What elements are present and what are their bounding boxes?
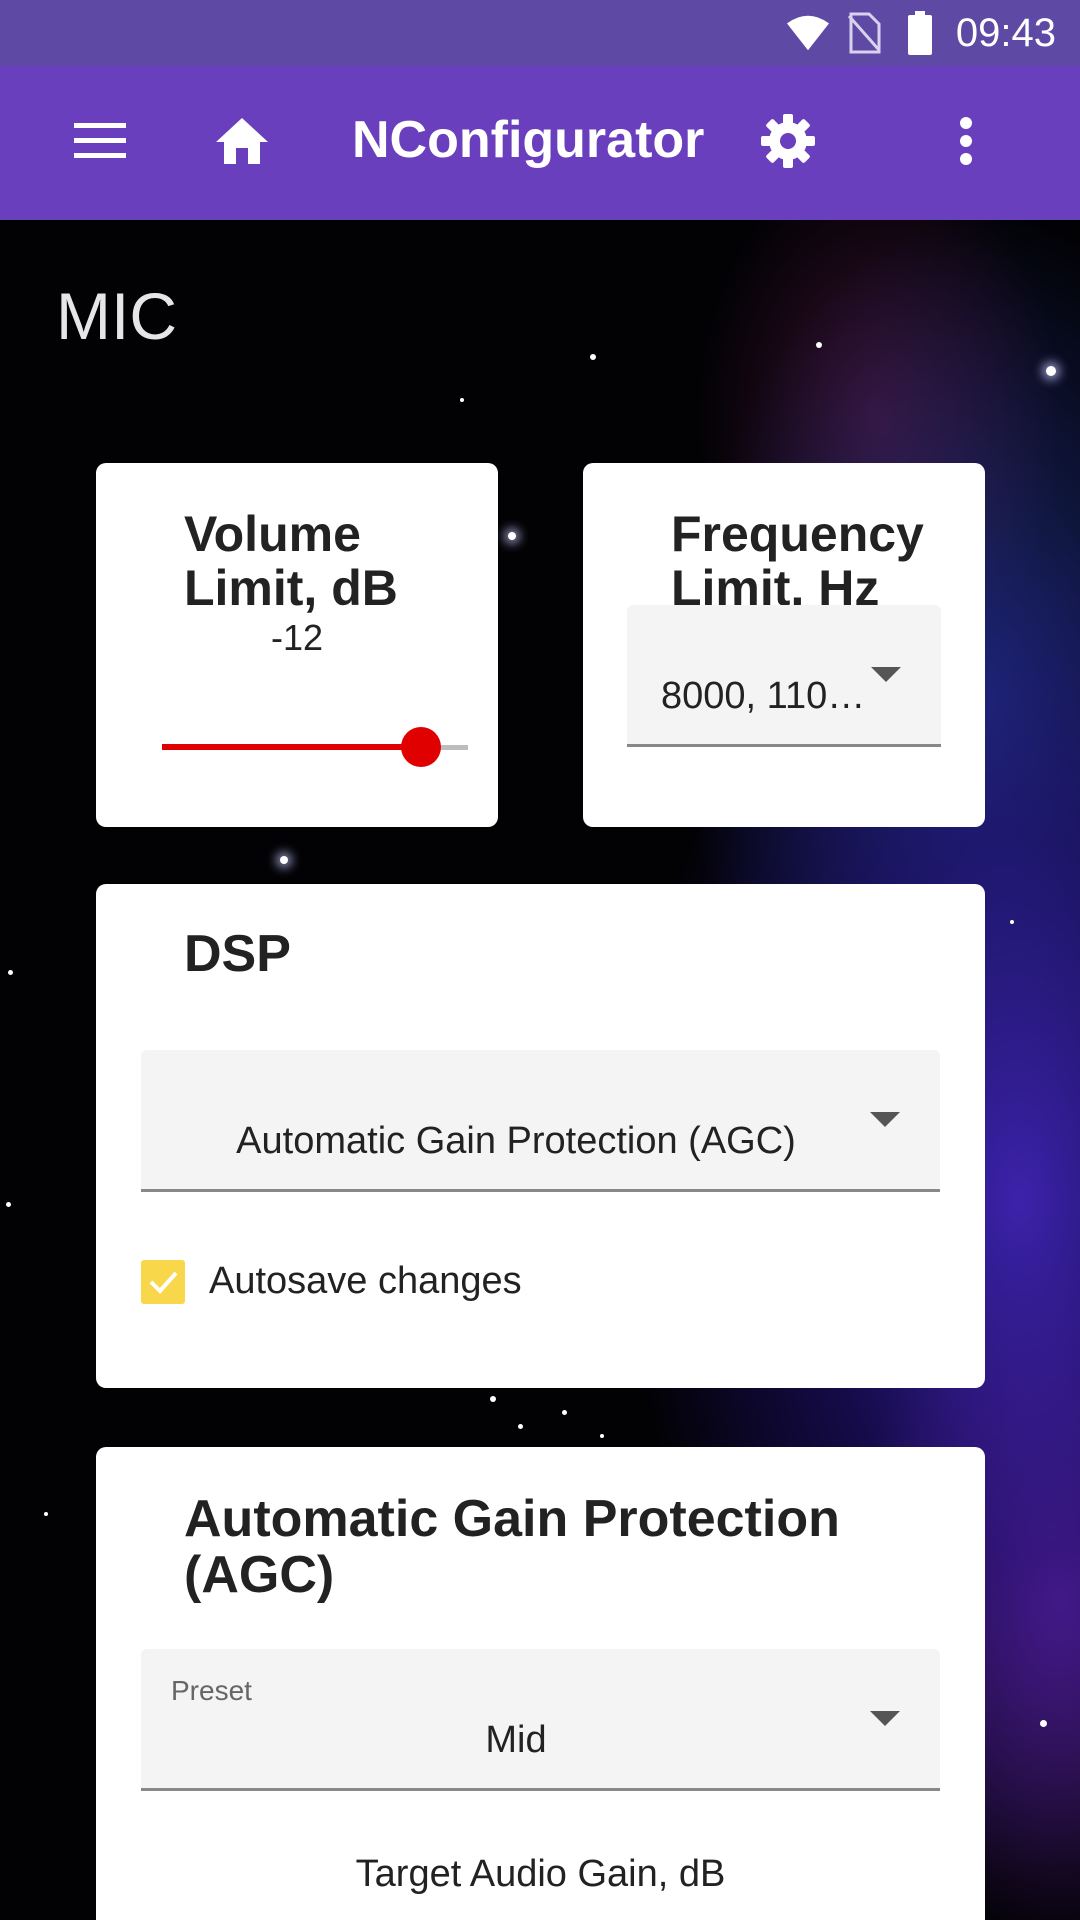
menu-icon — [74, 122, 126, 164]
frequency-card-title: Frequency Limit, Hz — [671, 507, 924, 615]
preset-label: Preset — [171, 1675, 252, 1706]
star-decoration — [816, 342, 822, 348]
star-decoration — [490, 1396, 496, 1402]
star-decoration — [280, 856, 288, 864]
star-decoration — [8, 970, 13, 975]
more-options-button[interactable] — [926, 103, 1006, 183]
status-bar: 09:43 — [0, 0, 1080, 66]
agc-card: Automatic Gain Protection (AGC) Preset M… — [96, 1447, 985, 1920]
chevron-down-icon — [870, 1711, 900, 1726]
settings-gear-icon — [759, 112, 817, 175]
star-decoration — [1040, 1720, 1047, 1727]
slider-fill — [162, 744, 421, 750]
star-decoration — [518, 1424, 523, 1429]
battery-icon — [898, 11, 942, 55]
autosave-label: Autosave changes — [209, 1260, 522, 1302]
frequency-selected-value: 8000, 110… — [661, 675, 866, 717]
autosave-checkbox[interactable] — [141, 1260, 185, 1304]
dsp-card-title: DSP — [184, 925, 291, 983]
star-decoration — [590, 354, 596, 360]
home-icon — [214, 116, 270, 171]
dsp-card: DSP Automatic Gain Protection (AGC) Auto… — [96, 884, 985, 1388]
star-decoration — [460, 398, 464, 402]
frequency-dropdown[interactable]: 8000, 110… — [627, 605, 941, 747]
star-decoration — [6, 1202, 11, 1207]
status-time: 09:43 — [955, 10, 1056, 55]
chevron-down-icon — [870, 1112, 900, 1127]
frequency-limit-card: Frequency Limit, Hz 8000, 110… — [583, 463, 985, 827]
dsp-dropdown[interactable]: Automatic Gain Protection (AGC) — [141, 1050, 940, 1192]
frequency-title-line: Frequency — [671, 506, 924, 562]
target-gain-label: Target Audio Gain, dB — [355, 1853, 726, 1895]
agc-title-line: (AGC) — [184, 1546, 335, 1605]
app-bar: NConfigurator — [0, 66, 1080, 220]
app-title: NConfigurator — [352, 111, 705, 169]
settings-button[interactable] — [748, 103, 828, 183]
volume-card-title: Volume Limit, dB — [184, 507, 398, 615]
more-vert-icon — [959, 116, 973, 170]
menu-button[interactable] — [60, 103, 140, 183]
star-decoration — [600, 1434, 604, 1438]
agc-title-line: Automatic Gain Protection — [184, 1490, 840, 1548]
star-decoration — [1046, 366, 1056, 376]
no-sim-icon — [842, 11, 886, 55]
slider-thumb[interactable] — [401, 727, 441, 767]
dsp-selected-value: Automatic Gain Protection (AGC) — [236, 1120, 796, 1162]
volume-slider[interactable] — [162, 727, 468, 767]
star-decoration — [1010, 920, 1014, 924]
check-icon — [149, 1271, 178, 1294]
preset-dropdown[interactable]: Preset Mid — [141, 1649, 940, 1791]
autosave-checkbox-row[interactable]: Autosave changes — [141, 1256, 641, 1306]
agc-card-title: Automatic Gain Protection (AGC) — [184, 1491, 840, 1603]
section-title: MIC — [56, 279, 177, 353]
volume-value: -12 — [270, 617, 324, 658]
chevron-down-icon — [871, 667, 901, 682]
volume-title-line: Volume — [184, 506, 361, 562]
preset-selected-value: Mid — [485, 1719, 547, 1761]
star-decoration — [44, 1512, 48, 1516]
volume-title-line: Limit, dB — [184, 560, 398, 616]
wifi-icon — [786, 11, 830, 55]
home-button[interactable] — [202, 103, 282, 183]
star-decoration — [508, 532, 516, 540]
star-decoration — [562, 1410, 567, 1415]
volume-limit-card: Volume Limit, dB -12 — [96, 463, 498, 827]
